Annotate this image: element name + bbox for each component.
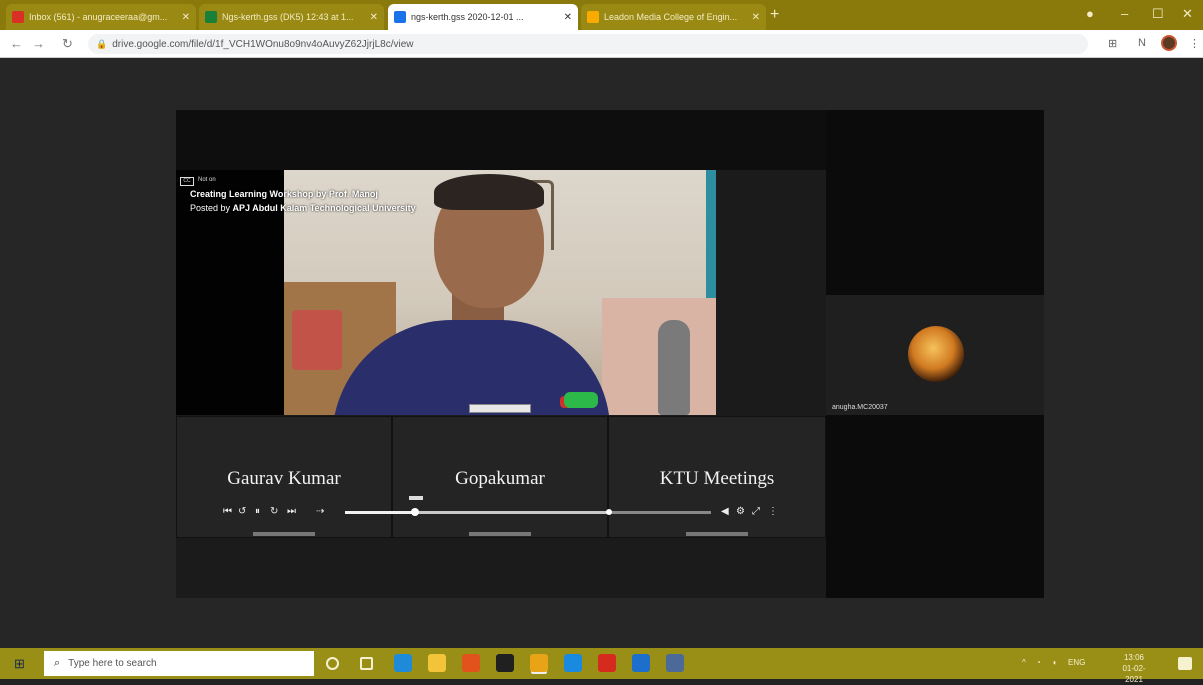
settings-icon[interactable]: ⚙ — [736, 506, 745, 517]
gmail-favicon-icon — [12, 11, 24, 23]
reload-icon[interactable]: ↻ — [62, 36, 73, 52]
side-participant-name: anugha.MC20037 — [832, 404, 888, 411]
rewind-icon[interactable]: ↺ — [238, 506, 246, 517]
edge-icon[interactable] — [394, 654, 412, 672]
side-panel-top — [826, 110, 1044, 295]
avatar[interactable] — [1161, 35, 1177, 51]
mail-icon[interactable] — [632, 654, 650, 672]
participant-bar — [469, 532, 531, 536]
side-panel-bottom — [826, 415, 1044, 598]
college-favicon-icon — [587, 11, 599, 23]
channel-logo-icon: CC — [180, 177, 194, 186]
browser-tab-4[interactable]: Leadon Media College of Engin... ✕ — [581, 4, 766, 30]
next-icon[interactable]: ⏭ — [287, 506, 296, 517]
extension-icon[interactable]: ⊞ — [1108, 37, 1117, 50]
tray-chevron-icon[interactable]: ^ — [1022, 658, 1026, 667]
drive-favicon-icon — [394, 11, 406, 23]
clock-time: 13:06 — [1123, 653, 1145, 662]
taskbar-clock[interactable]: 13:06 01-02-2021 — [1116, 652, 1152, 685]
participant-name: Gopakumar — [455, 468, 545, 489]
windows-start-icon[interactable]: ⊞ — [14, 657, 28, 671]
seek-played — [345, 511, 415, 514]
forward-icon[interactable]: → — [32, 36, 45, 51]
minimize-window-icon[interactable]: – — [1121, 6, 1128, 21]
volume-icon[interactable]: ◀ — [721, 506, 729, 517]
browser-menu-icon[interactable]: ⋮ — [1189, 37, 1200, 50]
tab-label: Ngs-kerth.gss (DK5) 12:43 at 1... — [222, 12, 354, 22]
buffer-marker — [605, 509, 612, 515]
prev-icon[interactable]: ⏮ — [223, 506, 232, 517]
overlay-logo-text: Not on — [198, 177, 216, 183]
file-explorer-icon[interactable] — [428, 654, 446, 672]
close-tab-icon[interactable]: ✕ — [564, 12, 572, 23]
network-icon[interactable]: ◔ — [1036, 658, 1041, 667]
task-view-icon[interactable] — [360, 657, 373, 670]
browser-toolbar: ← → ↻ 🔒 drive.google.com/file/d/1f_VCH1W… — [0, 30, 1203, 58]
posted-prefix: Posted by — [190, 203, 231, 213]
fullscreen-icon[interactable]: ⤢ — [752, 506, 760, 517]
captions-toggle-icon[interactable]: ⇢ — [316, 506, 324, 517]
video-posted-by: Posted by APJ Abdul Kalam Technological … — [190, 203, 416, 213]
speaker-hair — [434, 174, 544, 210]
profile-menu-icon[interactable]: ● — [1086, 6, 1094, 21]
pause-icon[interactable]: ⏸ — [255, 506, 260, 517]
address-bar[interactable]: 🔒 drive.google.com/file/d/1f_VCH1WOnu8o9… — [88, 34, 1088, 54]
close-window-icon[interactable]: ✕ — [1182, 6, 1193, 22]
volume-tray-icon[interactable]: ◖ — [1052, 658, 1057, 667]
back-icon[interactable]: ← — [10, 36, 23, 51]
seek-bar[interactable] — [345, 508, 711, 516]
close-tab-icon[interactable]: ✕ — [752, 12, 760, 23]
taskbar-search-input[interactable]: ⌕ Type here to search — [44, 651, 314, 676]
maximize-window-icon[interactable]: ☐ — [1152, 6, 1164, 22]
store-icon[interactable] — [564, 654, 582, 672]
search-placeholder: Type here to search — [68, 658, 157, 669]
browser-tab-2[interactable]: Ngs-kerth.gss (DK5) 12:43 at 1... ✕ — [199, 4, 384, 30]
language-indicator[interactable]: ENG — [1068, 658, 1085, 667]
clock-date: 01-02-2021 — [1122, 664, 1146, 684]
microphone — [658, 320, 690, 415]
caption-chip — [469, 404, 531, 413]
participant-bar — [686, 532, 748, 536]
url-text: drive.google.com/file/d/1f_VCH1WOnu8o9nv… — [112, 38, 414, 50]
extension-badge[interactable]: N — [1138, 37, 1146, 49]
video-green-object — [564, 392, 598, 408]
app-icon-a[interactable] — [496, 654, 514, 672]
forward-icon[interactable]: ↻ — [270, 506, 278, 517]
pdf-icon[interactable] — [598, 654, 616, 672]
browser-tab-strip: Inbox (561) - anugraceeraa@gm... ✕ Ngs-k… — [0, 0, 1203, 30]
browser-tab-3[interactable]: ngs-kerth.gss 2020-12-01 ... ✕ — [388, 4, 578, 30]
video-cushion — [292, 310, 342, 370]
browser-tab-1[interactable]: Inbox (561) - anugraceeraa@gm... ✕ — [6, 4, 196, 30]
participant-name: KTU Meetings — [659, 468, 775, 489]
lock-icon: 🔒 — [96, 38, 108, 49]
cortana-icon[interactable] — [326, 657, 339, 670]
chrome-icon[interactable] — [530, 654, 548, 672]
video-title: Creating Learning Workshop by Prof. Mano… — [190, 189, 378, 199]
video-curtain — [706, 170, 716, 310]
participant-bar — [253, 532, 315, 536]
participant-name: Gaurav Kumar — [227, 468, 341, 489]
settings-icon[interactable] — [666, 654, 684, 672]
seek-handle[interactable] — [410, 508, 419, 516]
player-controls: ⏮ ↺ ⏸ ↻ ⏭ ⇢ ◀ ⚙ ⤢ ⋮ — [218, 503, 778, 521]
participant-avatar — [908, 326, 964, 382]
time-tooltip — [409, 496, 423, 500]
meet-favicon-icon — [205, 11, 217, 23]
posted-by-name: APJ Abdul Kalam Technological University — [232, 203, 416, 213]
new-tab-button[interactable]: + — [770, 6, 779, 24]
more-options-icon[interactable]: ⋮ — [768, 506, 778, 517]
search-icon: ⌕ — [54, 657, 61, 669]
tab-label: Inbox (561) - anugraceeraa@gm... — [29, 12, 168, 22]
close-tab-icon[interactable]: ✕ — [370, 12, 378, 23]
stage-top-band — [176, 110, 826, 170]
notifications-icon[interactable] — [1178, 657, 1192, 670]
windows-taskbar: ⊞ ⌕ Type here to search ^ ◔ ◖ ENG 13:06 … — [0, 648, 1203, 684]
office-icon[interactable] — [462, 654, 480, 672]
close-tab-icon[interactable]: ✕ — [182, 12, 190, 23]
tab-label: ngs-kerth.gss 2020-12-01 ... — [411, 12, 524, 22]
tab-label: Leadon Media College of Engin... — [604, 12, 738, 22]
